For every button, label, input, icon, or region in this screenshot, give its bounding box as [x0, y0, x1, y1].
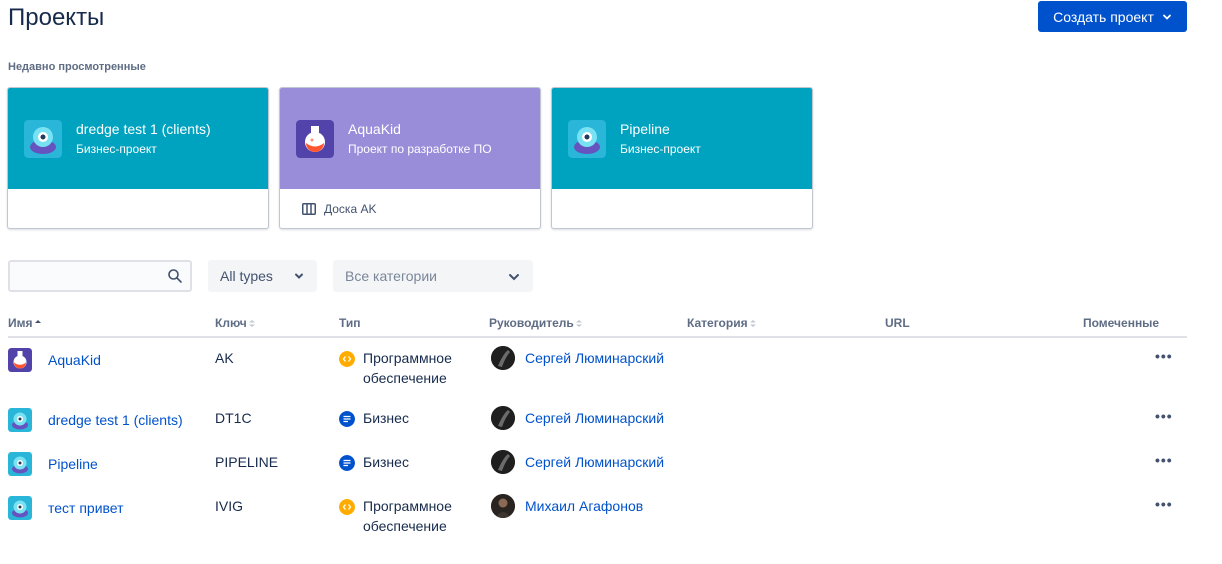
robot-avatar-icon [568, 119, 606, 158]
project-lead[interactable]: Михаил Агафонов [491, 494, 643, 518]
user-avatar [491, 406, 515, 430]
more-actions-button[interactable]: ••• [1155, 496, 1173, 512]
column-header-category[interactable]: Категория [687, 316, 756, 330]
project-name-link[interactable]: AquaKid [48, 350, 101, 370]
chevron-down-icon [295, 273, 303, 279]
potion-avatar-icon [8, 348, 32, 372]
card-title: Pipeline [620, 120, 670, 137]
category-filter-dropdown[interactable]: Все категории [333, 260, 533, 292]
card-footer [552, 189, 812, 228]
category-filter-label: Все категории [345, 268, 437, 284]
recent-section-label: Недавно просмотренные [8, 61, 146, 73]
project-lead[interactable]: Сергей Люминарский [491, 450, 664, 474]
business-type-icon [339, 411, 355, 427]
header-divider [8, 336, 1187, 338]
page-title: Проекты [8, 4, 105, 31]
card-title: dredge test 1 (clients) [76, 120, 211, 137]
software-type-icon [339, 499, 355, 515]
user-avatar [491, 346, 515, 370]
project-lead[interactable]: Сергей Люминарский [491, 346, 664, 370]
project-type: Программное обеспечение [339, 496, 479, 536]
robot-avatar-icon [8, 496, 32, 520]
project-name-link[interactable]: dredge test 1 (clients) [48, 410, 183, 430]
more-actions-button[interactable]: ••• [1155, 452, 1173, 468]
project-key: IVIG [215, 498, 244, 514]
column-header-starred: Помеченные [1083, 316, 1160, 330]
type-label: Бизнес [363, 454, 409, 470]
chevron-down-icon [509, 274, 519, 281]
create-project-button[interactable]: Создать проект [1038, 1, 1187, 32]
more-actions-button[interactable]: ••• [1155, 408, 1173, 424]
more-actions-button[interactable]: ••• [1155, 348, 1173, 364]
project-name-link[interactable]: тест привет [48, 498, 124, 518]
robot-avatar-icon [8, 408, 32, 432]
project-type: Программное обеспечение [339, 348, 479, 388]
project-key: PIPELINE [215, 454, 279, 470]
project-key: DT1C [215, 410, 252, 426]
create-project-label: Создать проект [1053, 8, 1154, 25]
robot-avatar-icon [24, 119, 62, 158]
potion-avatar-icon [296, 119, 334, 158]
project-type: Бизнес [339, 408, 479, 428]
search-input[interactable] [8, 260, 192, 292]
card-subtitle: Бизнес-проект [76, 141, 157, 156]
search-icon [168, 269, 182, 283]
user-avatar [491, 450, 515, 474]
column-header-name[interactable]: Имя [8, 316, 41, 330]
sort-icon [248, 319, 255, 327]
board-icon [302, 203, 316, 215]
robot-avatar-icon [8, 452, 32, 476]
project-key: AK [215, 350, 234, 366]
recent-card-aquakid[interactable]: AquaKid Проект по разработке ПО Доска AK [279, 87, 541, 229]
card-subtitle: Проект по разработке ПО [348, 141, 492, 156]
sort-asc-icon [34, 319, 41, 323]
type-filter-dropdown[interactable]: All types [208, 260, 317, 292]
type-filter-label: All types [220, 268, 273, 284]
column-header-key[interactable]: Ключ [215, 316, 255, 330]
card-title: AquaKid [348, 120, 401, 137]
sort-icon [749, 319, 756, 327]
type-label: Бизнес [363, 410, 409, 426]
software-type-icon [339, 351, 355, 367]
recent-card-dredge[interactable]: dredge test 1 (clients) Бизнес-проект [7, 87, 269, 229]
recent-card-pipeline[interactable]: Pipeline Бизнес-проект [551, 87, 813, 229]
card-footer[interactable]: Доска AK [280, 189, 540, 228]
card-subtitle: Бизнес-проект [620, 141, 701, 156]
column-header-url: URL [885, 316, 910, 330]
lead-name-link[interactable]: Сергей Люминарский [491, 454, 664, 470]
sort-icon [575, 319, 582, 327]
chevron-down-icon [1162, 14, 1171, 20]
board-link[interactable]: Доска AK [324, 202, 376, 216]
lead-name-link[interactable]: Сергей Люминарский [491, 410, 664, 426]
lead-name-link[interactable]: Сергей Люминарский [491, 350, 664, 366]
project-type: Бизнес [339, 452, 479, 472]
type-label: Программное обеспечение [363, 350, 452, 386]
column-header-lead[interactable]: Руководитель [489, 316, 582, 330]
column-header-type: Тип [339, 316, 361, 330]
project-lead[interactable]: Сергей Люминарский [491, 406, 664, 430]
user-avatar [491, 494, 515, 518]
type-label: Программное обеспечение [363, 498, 452, 534]
card-footer [8, 189, 268, 228]
business-type-icon [339, 455, 355, 471]
project-name-link[interactable]: Pipeline [48, 454, 98, 474]
